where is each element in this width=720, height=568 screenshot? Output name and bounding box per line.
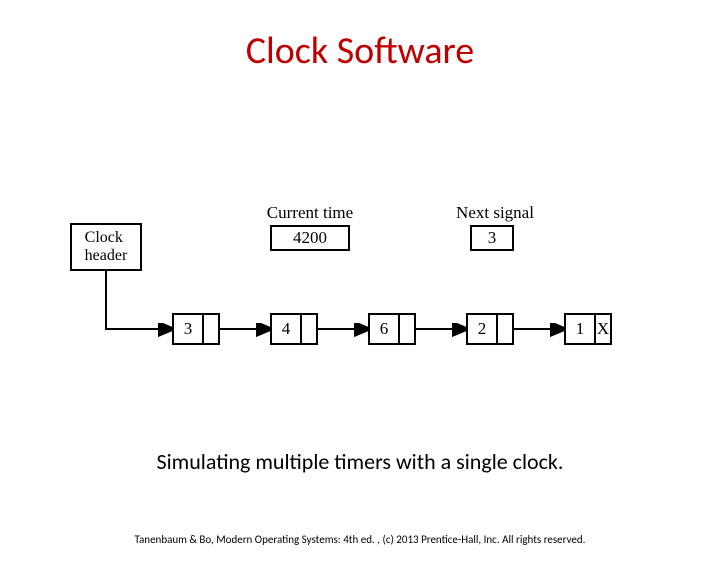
page-title: Clock Software [0,28,720,74]
clock-diagram: Current time Next signal 4200 3 Clock he… [70,203,650,383]
figure-caption: Simulating multiple timers with a single… [0,448,720,475]
